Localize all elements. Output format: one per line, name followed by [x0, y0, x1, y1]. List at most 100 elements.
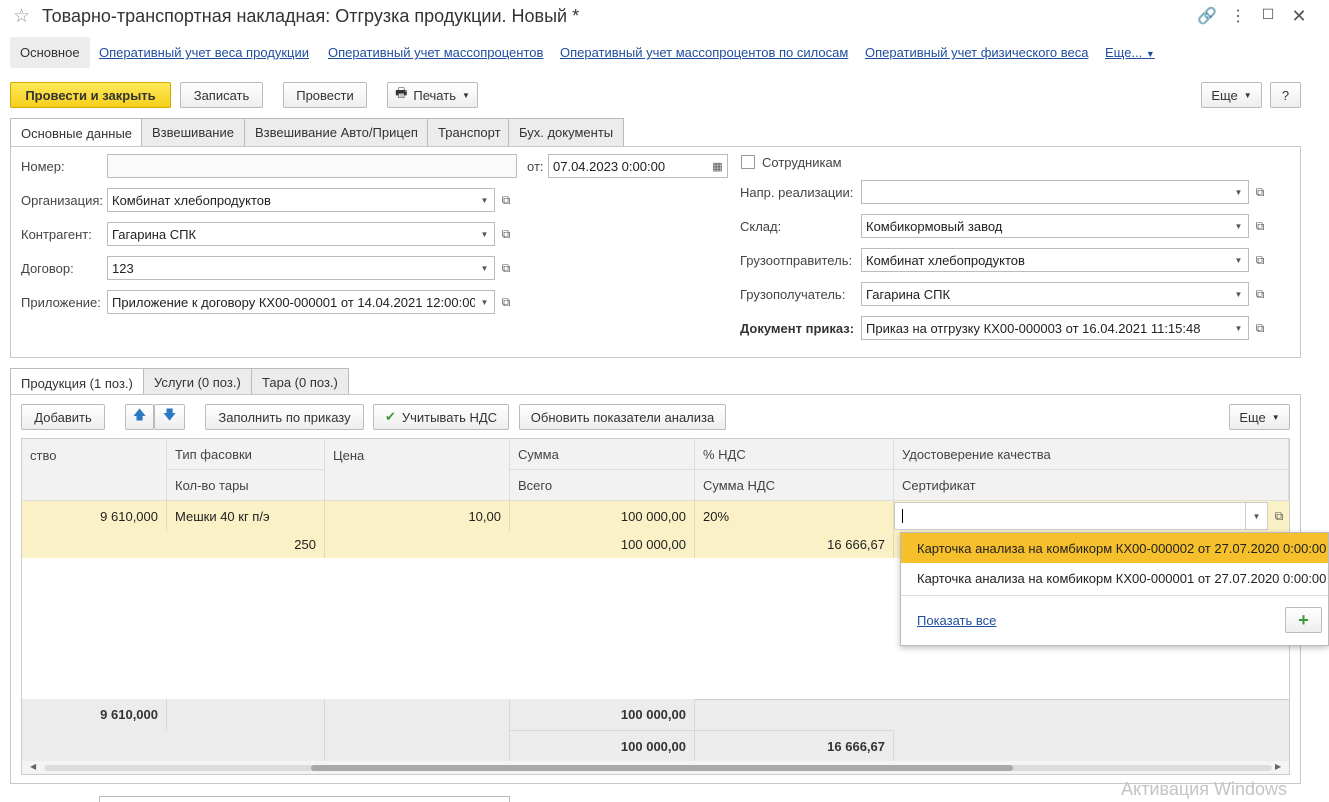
nav-tab-masspercent[interactable]: Оперативный учет массопроцентов: [328, 45, 543, 60]
chevron-down-icon[interactable]: ▼: [475, 188, 495, 212]
dropdown-item[interactable]: Карточка анализа на комбикорм КХ00-00000…: [901, 533, 1328, 563]
col-header-vat-rate[interactable]: % НДС: [695, 439, 894, 470]
org-input[interactable]: Комбинат хлебопродуктов: [107, 188, 476, 212]
add-row-button[interactable]: Добавить: [21, 404, 105, 430]
arrow-up-icon[interactable]: 🡅: [125, 404, 154, 430]
date-input[interactable]: 07.04.2023 0:00:00: [548, 154, 709, 178]
post-button[interactable]: Провести: [283, 82, 367, 108]
dropdown-item[interactable]: Карточка анализа на комбикорм КХ00-00000…: [901, 563, 1328, 593]
direction-label: Напр. реализации:: [740, 185, 854, 200]
subtab-products[interactable]: Продукция (1 поз.): [10, 368, 144, 397]
contract-input[interactable]: 123: [107, 256, 476, 280]
number-input[interactable]: [107, 154, 517, 178]
cell-pack-type[interactable]: Мешки 40 кг п/э: [167, 501, 325, 531]
chevron-down-icon[interactable]: ▼: [1229, 180, 1249, 204]
col-header-vat-sum[interactable]: Сумма НДС: [695, 470, 894, 501]
vat-toggle-button[interactable]: ✔ Учитывать НДС: [373, 404, 509, 430]
staff-checkbox[interactable]: [741, 155, 755, 169]
tab-weighing[interactable]: Взвешивание: [141, 118, 245, 146]
more-vertical-icon[interactable]: ⋮: [1228, 6, 1248, 26]
open-icon[interactable]: ⧉: [1268, 503, 1290, 529]
chevron-down-icon[interactable]: ▼: [475, 290, 495, 314]
nav-tab-physical-weight[interactable]: Оперативный учет физического веса: [865, 45, 1088, 60]
nav-tab-weight[interactable]: Оперативный учет веса продукции: [99, 45, 309, 60]
open-icon[interactable]: ⧉: [495, 256, 517, 280]
open-icon[interactable]: ⧉: [1249, 214, 1271, 238]
certificate-input[interactable]: [894, 502, 1246, 530]
open-icon[interactable]: ⧉: [1249, 180, 1271, 204]
cell-price[interactable]: 10,00: [325, 501, 510, 531]
add-icon[interactable]: +: [1285, 607, 1322, 633]
staff-label: Сотрудникам: [762, 155, 842, 170]
comment-input[interactable]: [99, 796, 510, 802]
col-header-certificate[interactable]: Сертификат: [894, 470, 1289, 501]
show-all-link[interactable]: Показать все: [917, 613, 996, 628]
col-header-total[interactable]: Всего: [510, 470, 695, 501]
warehouse-input[interactable]: Комбикормовый завод: [861, 214, 1230, 238]
nav-more-label: Еще...: [1105, 45, 1143, 60]
save-button[interactable]: Записать: [180, 82, 263, 108]
open-icon[interactable]: ⧉: [1249, 316, 1271, 340]
col-header-price[interactable]: Цена: [325, 439, 510, 501]
direction-input[interactable]: [861, 180, 1230, 204]
grid-more-button[interactable]: Еще ▼: [1229, 404, 1290, 430]
chevron-down-icon[interactable]: ▼: [1246, 502, 1268, 530]
subtab-tare[interactable]: Тара (0 поз.): [251, 368, 349, 396]
open-icon[interactable]: ⧉: [1249, 282, 1271, 306]
col-header-sum[interactable]: Сумма: [510, 439, 695, 470]
link-icon[interactable]: 🔗: [1197, 6, 1217, 26]
col-header-pack-type[interactable]: Тип фасовки: [167, 439, 325, 470]
scroll-left-icon[interactable]: ◀: [30, 762, 36, 771]
post-and-close-button[interactable]: Провести и закрыть: [10, 82, 171, 108]
refresh-analysis-button[interactable]: Обновить показатели анализа: [519, 404, 726, 430]
appendix-input[interactable]: Приложение к договору КХ00-000001 от 14.…: [107, 290, 476, 314]
cell-sum[interactable]: 100 000,00: [510, 501, 695, 531]
open-icon[interactable]: ⧉: [1249, 248, 1271, 272]
caret-down-icon: ▼: [1271, 412, 1280, 422]
col-header-quality-cert[interactable]: Удостоверение качества: [894, 439, 1289, 470]
scroll-right-icon[interactable]: ▶: [1275, 762, 1281, 771]
tab-main-data[interactable]: Основные данные: [10, 118, 144, 147]
cell-vat-rate[interactable]: 20%: [695, 501, 894, 531]
fill-by-order-button[interactable]: Заполнить по приказу: [205, 404, 364, 430]
open-icon[interactable]: ⧉: [495, 222, 517, 246]
caret-down-icon: ▼: [1145, 49, 1155, 59]
calendar-icon[interactable]: ▦: [708, 154, 728, 178]
scrollbar-thumb[interactable]: [311, 765, 1013, 771]
arrow-down-icon[interactable]: 🡇: [154, 404, 185, 430]
col-header-tare-count[interactable]: Кол-во тары: [167, 470, 325, 501]
chevron-down-icon[interactable]: ▼: [475, 256, 495, 280]
open-icon[interactable]: ⧉: [495, 290, 517, 314]
more-button[interactable]: Еще ▼: [1201, 82, 1262, 108]
favorite-star-icon[interactable]: ☆: [13, 5, 30, 28]
cell-quantity[interactable]: 9 610,000: [22, 501, 167, 531]
nav-tab-masspercent-silo[interactable]: Оперативный учет массопроцентов по силос…: [560, 45, 848, 60]
footer-sum: 100 000,00: [510, 699, 695, 730]
chevron-down-icon[interactable]: ▼: [475, 222, 495, 246]
tab-transport[interactable]: Транспорт: [427, 118, 512, 146]
cell-vat-sum[interactable]: 16 666,67: [695, 531, 894, 558]
close-icon[interactable]: ✕: [1289, 6, 1309, 27]
col-header-quantity[interactable]: ство: [22, 439, 167, 501]
subtab-services[interactable]: Услуги (0 поз.): [143, 368, 252, 396]
contractor-input[interactable]: Гагарина СПК: [107, 222, 476, 246]
nav-tab-main[interactable]: Основное: [10, 37, 90, 68]
tab-weighing-auto[interactable]: Взвешивание Авто/Прицеп: [244, 118, 429, 146]
sender-label: Грузоотправитель:: [740, 253, 853, 268]
chevron-down-icon[interactable]: ▼: [1229, 282, 1249, 306]
receiver-input[interactable]: Гагарина СПК: [861, 282, 1230, 306]
cell-tare-count[interactable]: 250: [167, 531, 325, 558]
open-icon[interactable]: ⧉: [495, 188, 517, 212]
cell-total[interactable]: 100 000,00: [510, 531, 695, 558]
maximize-icon[interactable]: ☐: [1258, 6, 1278, 23]
nav-tab-more[interactable]: Еще... ▼: [1105, 45, 1155, 60]
chevron-down-icon[interactable]: ▼: [1229, 316, 1249, 340]
tab-accounting-docs[interactable]: Бух. документы: [508, 118, 625, 146]
checkmark-icon: ✔: [384, 409, 396, 424]
help-button[interactable]: ?: [1270, 82, 1301, 108]
sender-input[interactable]: Комбинат хлебопродуктов: [861, 248, 1230, 272]
chevron-down-icon[interactable]: ▼: [1229, 214, 1249, 238]
print-button[interactable]: 🖶 Печать ▼: [387, 82, 478, 108]
chevron-down-icon[interactable]: ▼: [1229, 248, 1249, 272]
order-doc-input[interactable]: Приказ на отгрузку КХ00-000003 от 16.04.…: [861, 316, 1230, 340]
